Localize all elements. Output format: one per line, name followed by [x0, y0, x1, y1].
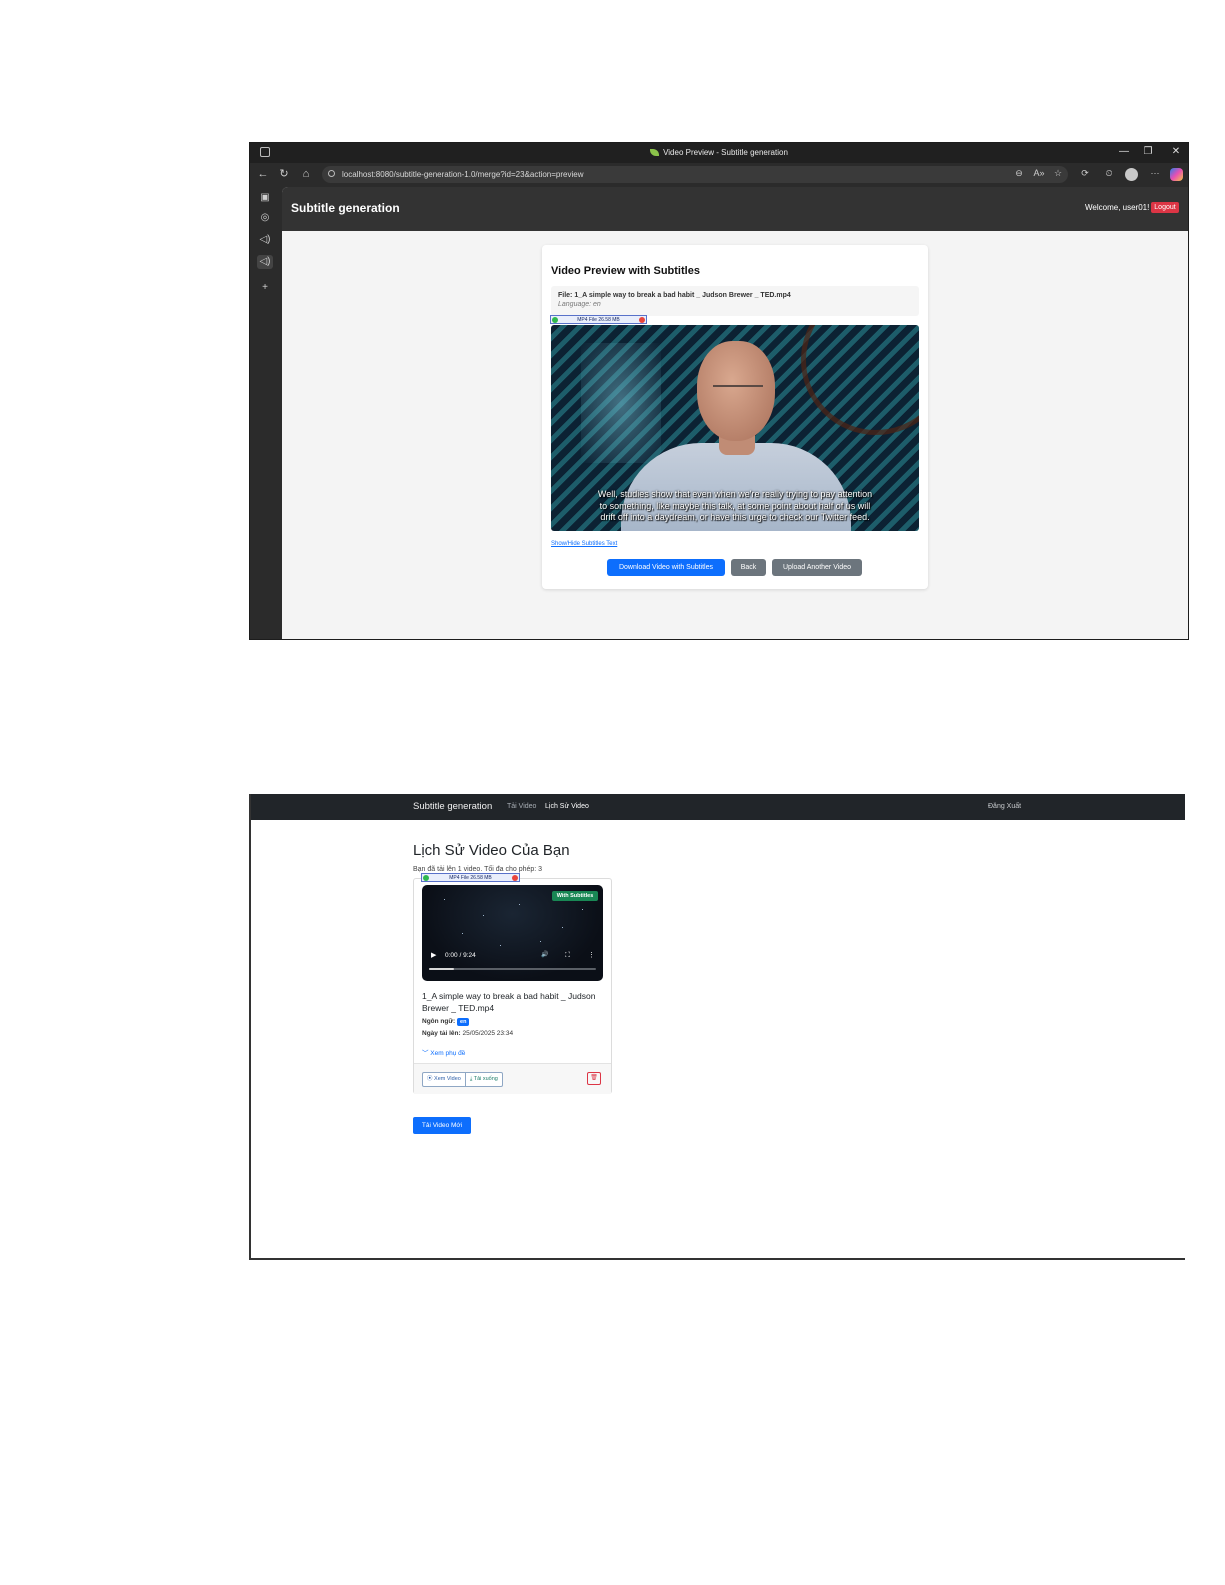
- zoom-icon[interactable]: ⊖: [1012, 168, 1026, 179]
- download-extension-icon: [552, 317, 558, 323]
- navbar: Subtitle generation Tải Video Lịch Sử Vi…: [251, 794, 1185, 820]
- close-icon[interactable]: ✕: [1168, 145, 1184, 159]
- home-icon[interactable]: ⌂: [299, 167, 313, 181]
- language-badge: en: [457, 1018, 470, 1026]
- language-label: Language: en: [558, 301, 601, 308]
- star-dot: [562, 927, 563, 928]
- trash-icon[interactable]: 🗑: [587, 1072, 601, 1085]
- preview-card: Video Preview with Subtitles File: 1_A s…: [542, 245, 928, 589]
- page-viewport: Subtitle generation Welcome, user01! Log…: [282, 187, 1188, 639]
- page-title: Lịch Sử Video Của Bạn: [413, 842, 570, 859]
- panel-icon[interactable]: ▣: [257, 191, 273, 205]
- close-badge-icon[interactable]: [512, 875, 518, 881]
- nav-history-link[interactable]: Lịch Sử Video: [545, 803, 589, 810]
- action-button-group: ⦿ Xem Video ⤓ Tải xuống: [422, 1072, 503, 1087]
- video-card: With Subtitles ▶ 0:00 / 9:24 🔊 ⛶ ⋮ MP4 F…: [413, 873, 612, 1094]
- browser-window-preview: Video Preview - Subtitle generation — ❐ …: [249, 142, 1189, 640]
- download-button[interactable]: ⤓ Tải xuống: [464, 1073, 502, 1086]
- with-subtitles-badge: With Subtitles: [552, 891, 598, 901]
- language-row: Ngôn ngữ: en: [422, 1018, 470, 1026]
- spring-leaf-icon: [650, 149, 660, 156]
- subtitle-line: drift off into a daydream, or have this …: [600, 512, 870, 522]
- upload-another-button[interactable]: Upload Another Video: [772, 559, 862, 576]
- window-title: Video Preview - Subtitle generation: [250, 148, 1188, 157]
- copilot-icon[interactable]: [1170, 168, 1183, 181]
- star-dot: [462, 933, 463, 934]
- read-aloud-icon[interactable]: A»: [1032, 168, 1046, 178]
- stage-light: [581, 343, 661, 463]
- welcome-text: Welcome, user01!: [1085, 203, 1150, 212]
- stage-backdrop-arc: [801, 325, 919, 435]
- browser-sidebar: ▣ ◎ ◁) ◁) +: [250, 187, 282, 639]
- subtitle-line: Well, studies show that even when we're …: [597, 489, 873, 499]
- view-subtitles-toggle[interactable]: ﹀ Xem phụ đề: [422, 1047, 465, 1057]
- video-player[interactable]: Well, studies show that even when we're …: [551, 325, 919, 531]
- star-dot: [540, 941, 541, 942]
- star-dot: [444, 899, 445, 900]
- more-icon[interactable]: ···: [1148, 168, 1162, 178]
- nav-upload-link[interactable]: Tải Video: [507, 803, 536, 810]
- navbar-brand[interactable]: Subtitle generation: [413, 801, 492, 812]
- add-icon[interactable]: +: [257, 281, 273, 295]
- upload-new-video-button[interactable]: Tải Video Mới: [413, 1117, 471, 1134]
- logout-button[interactable]: Logout: [1151, 202, 1179, 213]
- history-icon[interactable]: ⏲: [1102, 168, 1116, 179]
- site-info-icon[interactable]: [328, 170, 335, 177]
- close-badge-icon[interactable]: [639, 317, 645, 323]
- card-heading: Video Preview with Subtitles: [551, 265, 700, 277]
- video-time: 0:00 / 9:24: [445, 952, 476, 959]
- video-player[interactable]: With Subtitles ▶ 0:00 / 9:24 🔊 ⛶ ⋮: [422, 885, 603, 981]
- video-title: 1_A simple way to break a bad habit _ Ju…: [422, 991, 596, 1013]
- audio-icon[interactable]: ◁): [257, 233, 273, 247]
- play-icon[interactable]: ▶: [431, 951, 436, 960]
- refresh-icon[interactable]: ↻: [277, 167, 291, 181]
- star-dot: [500, 945, 501, 946]
- progress-fill: [429, 968, 454, 970]
- speaker-glasses: [713, 385, 763, 396]
- github-icon[interactable]: ◎: [257, 211, 273, 225]
- history-page-window: Subtitle generation Tải Video Lịch Sử Vi…: [249, 794, 1185, 1260]
- card-footer: ⦿ Xem Video ⤓ Tải xuống 🗑: [414, 1063, 611, 1094]
- back-button[interactable]: Back: [731, 559, 766, 576]
- favorite-icon[interactable]: ☆: [1051, 168, 1065, 179]
- download-extension-icon: [423, 875, 429, 881]
- subtitle-line: to something, like maybe this talk, at s…: [599, 500, 871, 511]
- watch-video-button[interactable]: ⦿ Xem Video: [423, 1073, 465, 1086]
- star-dot: [582, 909, 583, 910]
- file-size-badge: MP4 File 26.58 MB: [550, 315, 647, 324]
- profile-icon[interactable]: [1125, 168, 1138, 181]
- window-titlebar: Video Preview - Subtitle generation — ❐ …: [250, 143, 1188, 163]
- app-header: Subtitle generation Welcome, user01! Log…: [282, 187, 1188, 231]
- audio-playing-icon[interactable]: ◁): [257, 255, 273, 269]
- subtitle-overlay: Well, studies show that even when we're …: [551, 489, 919, 524]
- app-brand[interactable]: Subtitle generation: [291, 201, 400, 215]
- download-video-button[interactable]: Download Video with Subtitles: [607, 559, 725, 576]
- upload-quota-text: Bạn đã tải lên 1 video. Tối đa cho phép:…: [413, 866, 543, 873]
- star-dot: [519, 904, 520, 905]
- file-info-box: File: 1_A simple way to break a bad habi…: [551, 286, 919, 316]
- toggle-subtitles-link[interactable]: Show/Hide Subtitles Text: [551, 541, 617, 547]
- fullscreen-icon[interactable]: ⛶: [565, 951, 570, 960]
- progress-track[interactable]: [429, 968, 596, 970]
- file-name: File: 1_A simple way to break a bad habi…: [558, 292, 791, 299]
- address-bar-row: ← ↻ ⌂ localhost:8080/subtitle-generation…: [250, 163, 1188, 187]
- minimize-icon[interactable]: —: [1116, 145, 1132, 159]
- upload-date-row: Ngày tải lên: 25/05/2025 23:34: [422, 1030, 514, 1037]
- back-arrow-icon[interactable]: ←: [256, 167, 270, 181]
- url-field[interactable]: localhost:8080/subtitle-generation-1.0/m…: [322, 166, 1068, 183]
- maximize-icon[interactable]: ❐: [1140, 145, 1156, 159]
- file-size-badge: MP4 File 26.58 MB: [421, 873, 520, 882]
- star-dot: [483, 915, 484, 916]
- extensions-icon[interactable]: ⟳: [1078, 168, 1092, 179]
- volume-icon[interactable]: 🔊: [541, 951, 548, 960]
- player-menu-icon[interactable]: ⋮: [588, 951, 595, 960]
- nav-logout-link[interactable]: Đăng Xuất: [988, 803, 1021, 810]
